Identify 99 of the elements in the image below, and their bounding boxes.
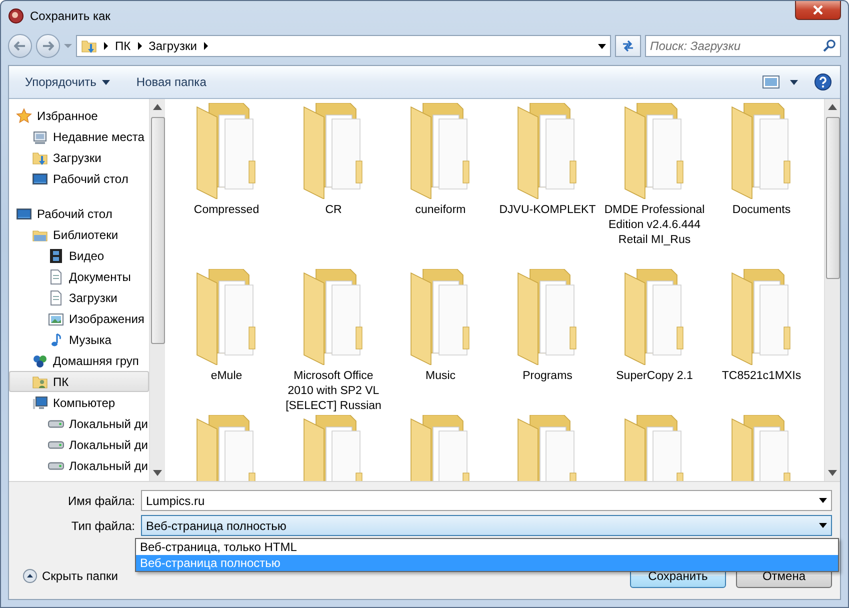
folder-name[interactable]: CR	[280, 203, 386, 218]
folder-name[interactable]: eMule	[174, 369, 280, 384]
field-label: Тип файла:	[70, 518, 136, 532]
film-icon	[48, 248, 64, 264]
drive-icon	[48, 440, 64, 448]
scroll-down-icon[interactable]	[828, 470, 837, 476]
folder-icon	[730, 269, 794, 365]
folder-icon	[622, 269, 686, 365]
drive-icon	[48, 462, 64, 470]
caret-icon[interactable]	[598, 44, 606, 48]
back-arrow-icon	[14, 41, 26, 51]
forward-button[interactable]	[36, 34, 60, 58]
folder-icon	[622, 103, 686, 199]
sidebar-item[interactable]: ПК	[9, 371, 149, 392]
folder-icon	[194, 103, 258, 199]
image-icon	[48, 310, 64, 326]
network-icon	[32, 352, 48, 368]
scrollbar[interactable]	[824, 99, 840, 481]
file-type-dropdown[interactable]: Веб-страница полностью	[141, 515, 832, 536]
sidebar-item[interactable]: Изображения	[9, 308, 149, 329]
scroll-up-icon[interactable]	[828, 104, 837, 110]
computer-icon	[32, 394, 48, 410]
folder-icon	[408, 269, 472, 365]
folder-icon	[730, 103, 794, 199]
folder-name[interactable]: DMDE Professional Edition v2.4.6.444 Retail MI_Rus	[602, 203, 708, 248]
sidebar-item[interactable]: Библиотеки	[9, 224, 149, 245]
caret-icon	[102, 80, 110, 84]
window-title: Сохранить как	[30, 9, 112, 23]
desktop-icon	[16, 206, 32, 222]
chevron-icon	[136, 42, 143, 50]
drive-icon	[48, 420, 64, 428]
search-field[interactable]: Поиск: Загрузки	[645, 35, 841, 57]
folder-name[interactable]: SuperCopy 2.1	[602, 369, 708, 384]
folder-download-icon	[81, 38, 97, 54]
scroll-down-icon[interactable]	[153, 470, 162, 476]
view-icon[interactable]	[762, 75, 780, 89]
folder-name[interactable]: cuneiform	[388, 203, 494, 218]
desktop-icon	[32, 170, 48, 186]
close-button[interactable]	[795, 1, 841, 20]
scrollbar[interactable]	[149, 99, 165, 481]
folder-icon	[302, 103, 366, 199]
sidebar-item[interactable]: Локальный ди	[9, 455, 149, 476]
folder-icon	[302, 269, 366, 365]
folder-name[interactable]: DJVU-KOMPLEKT	[494, 203, 600, 218]
star-icon	[16, 108, 32, 124]
scroll-thumb[interactable]	[826, 117, 840, 279]
folder-name[interactable]: Microsoft Office 2010 with SP2 VL [SELECT] Russian	[280, 369, 386, 414]
sidebar-item[interactable]: Документы	[9, 266, 149, 287]
scroll-up-icon[interactable]	[153, 104, 162, 110]
breadcrumb[interactable]: ПК	[115, 39, 131, 53]
refresh-icon	[621, 40, 635, 52]
document-icon	[48, 290, 64, 306]
caret-icon	[819, 498, 827, 503]
dropdown-option[interactable]: Веб-страница, только HTML	[136, 539, 838, 555]
back-button[interactable]	[8, 34, 32, 58]
search-icon[interactable]	[823, 39, 836, 52]
app-icon	[8, 8, 24, 24]
help-icon[interactable]	[814, 73, 832, 91]
file-name-field[interactable]: Lumpics.ru	[141, 490, 832, 511]
refresh-button[interactable]	[615, 35, 641, 57]
new-folder-button[interactable]: Новая папка	[128, 71, 214, 93]
caret-icon	[819, 523, 827, 528]
folder-name[interactable]: Documents	[708, 203, 814, 218]
sidebar-item[interactable]: Рабочий стол	[9, 168, 149, 189]
document-icon	[48, 268, 64, 284]
sidebar-item[interactable]: Рабочий стол	[9, 203, 149, 224]
scroll-thumb[interactable]	[150, 117, 164, 344]
folder-name[interactable]: Music	[388, 369, 494, 384]
sidebar-item[interactable]: Загрузки	[9, 287, 149, 308]
chevron-icon	[202, 42, 209, 50]
forward-arrow-icon	[42, 41, 54, 51]
caret-icon[interactable]	[790, 80, 798, 84]
sidebar-item[interactable]: Музыка	[9, 329, 149, 350]
hide-folders-button[interactable]: Скрыть папки	[17, 569, 124, 583]
folder-name[interactable]: TC8521c1MXIs	[708, 369, 814, 384]
collapse-icon	[23, 569, 37, 583]
sidebar-item[interactable]: Избранное	[9, 105, 149, 126]
sidebar-item[interactable]: Локальный ди	[9, 434, 149, 455]
chevron-icon	[103, 42, 109, 50]
folder-icon	[516, 103, 580, 199]
monitor-icon	[32, 128, 48, 144]
folder-name[interactable]: Programs	[494, 369, 600, 384]
sidebar-item[interactable]: Загрузки	[9, 147, 149, 168]
organize-button[interactable]: Упорядочить	[17, 71, 118, 93]
sidebar-item[interactable]: Локальный ди	[9, 413, 149, 434]
field-label: Имя файла:	[67, 494, 136, 508]
close-icon	[812, 5, 824, 15]
address-bar[interactable]: ПК Загрузки	[76, 35, 611, 57]
folder-download-icon	[32, 150, 48, 166]
folder-icon	[194, 269, 258, 365]
folder-user-icon	[32, 374, 48, 390]
sidebar-item[interactable]: Домашняя груп	[9, 350, 149, 371]
sidebar-item[interactable]: Компьютер	[9, 392, 149, 413]
sidebar-item[interactable]: Видео	[9, 245, 149, 266]
folder-name[interactable]: Compressed	[174, 203, 280, 218]
folder-icon	[516, 269, 580, 365]
breadcrumb[interactable]: Загрузки	[148, 39, 197, 53]
folder-icon	[408, 103, 472, 199]
sidebar-item[interactable]: Недавние места	[9, 126, 149, 147]
